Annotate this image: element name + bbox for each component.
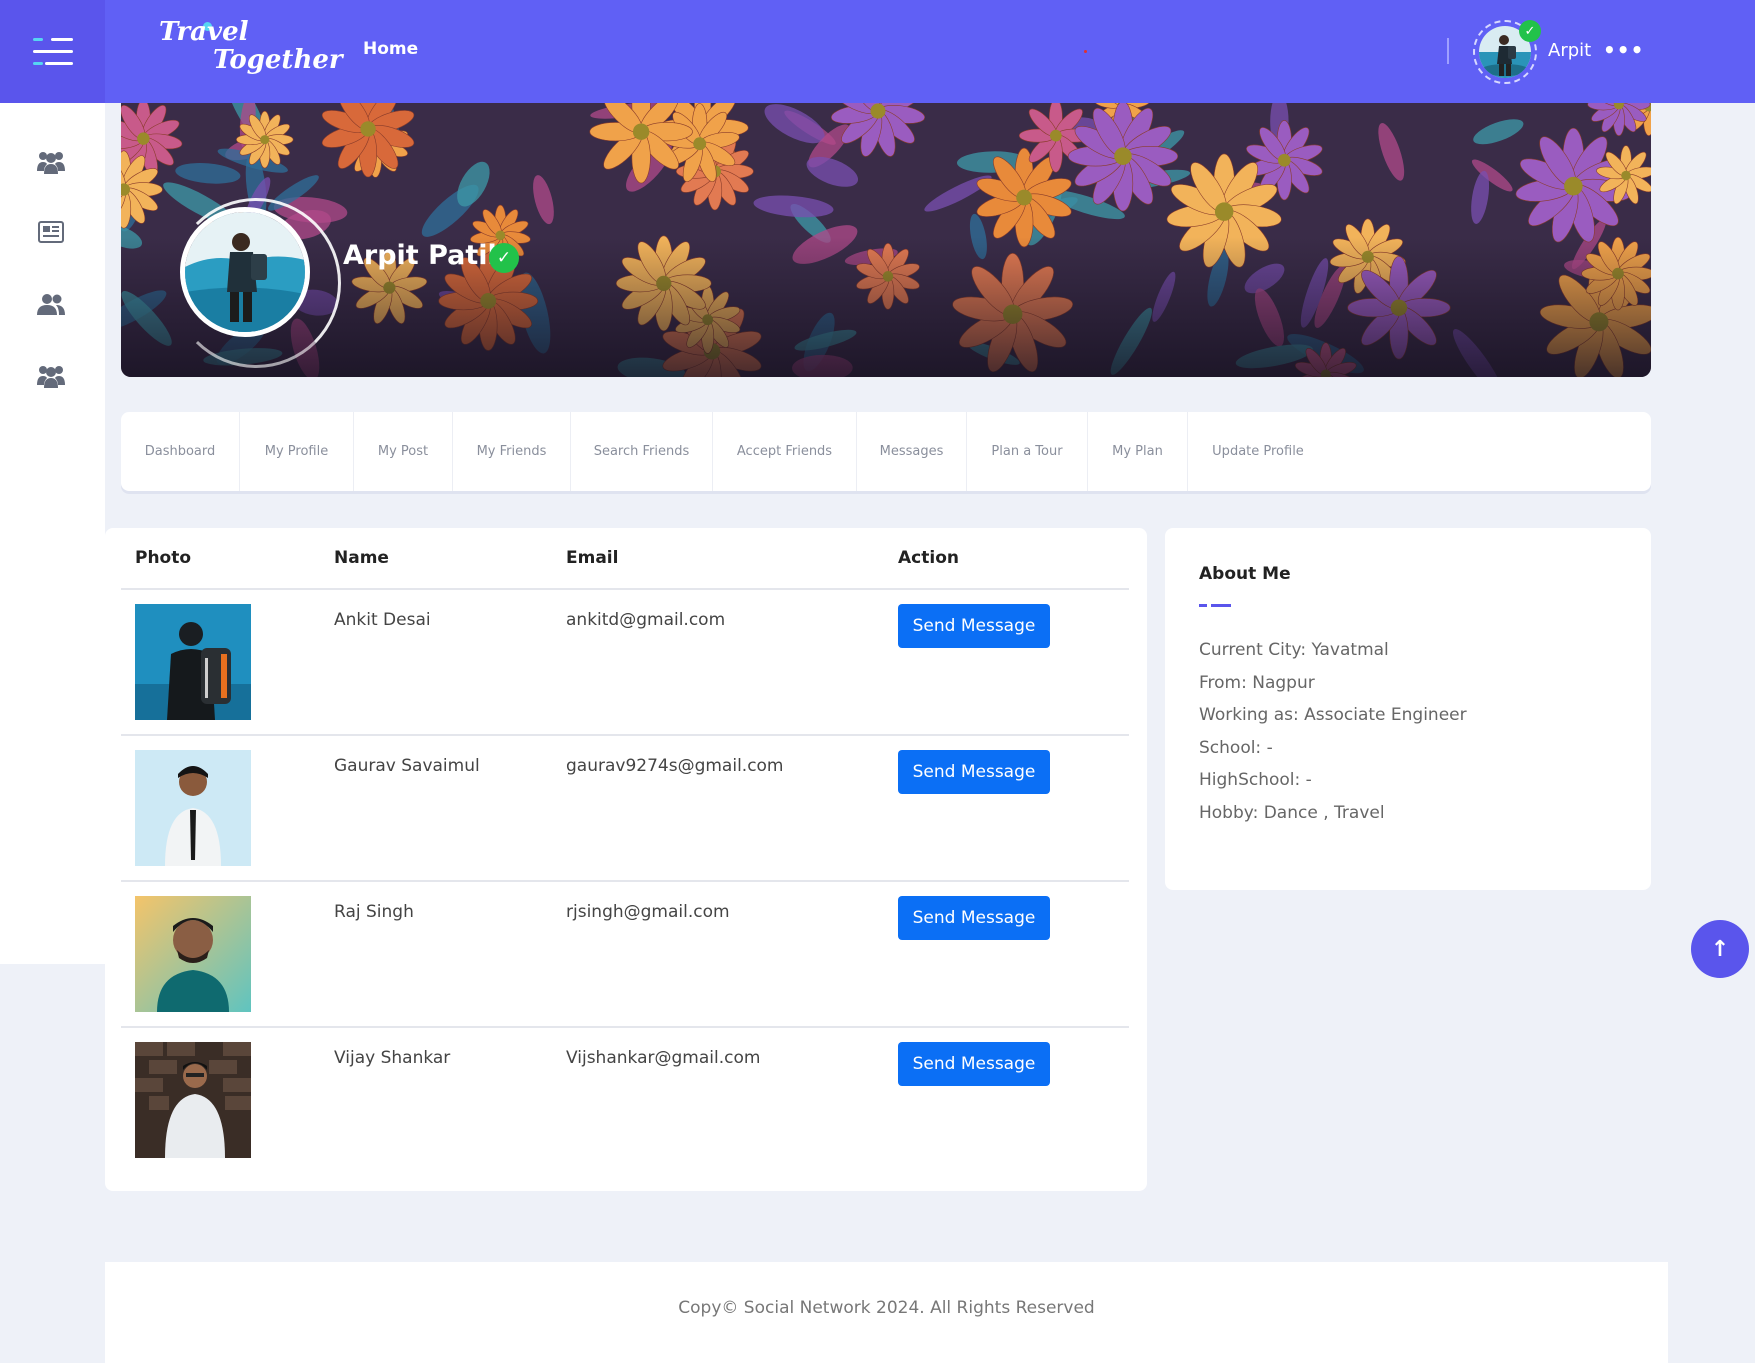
tab-search-friends[interactable]: Search Friends [571, 412, 713, 491]
about-working-as: Working as: Associate Engineer [1199, 705, 1467, 725]
sidebar-item-community[interactable] [33, 361, 69, 391]
tab-my-plan[interactable]: My Plan [1088, 412, 1188, 491]
send-message-button[interactable]: Send Message [898, 1042, 1050, 1086]
notification-dot [1084, 50, 1087, 53]
friend-photo [135, 750, 251, 866]
about-from: From: Nagpur [1199, 672, 1315, 693]
tab-accept-friends[interactable]: Accept Friends [713, 412, 857, 491]
friend-photo [135, 896, 251, 1012]
table-header: Photo Name Email Action [121, 528, 1129, 590]
table-row: Ankit Desai ankitd@gmail.com Send Messag… [121, 590, 1129, 736]
column-header-action: Action [898, 548, 959, 568]
about-me-list: Current City: Yavatmal From: Nagpur Work… [1199, 640, 1467, 835]
hamburger-icon [32, 36, 73, 68]
sidebar-item-news[interactable] [33, 217, 69, 247]
table-row: Raj Singh rjsingh@gmail.com Send Message [121, 882, 1129, 1028]
sidebar [0, 103, 105, 964]
verified-check-icon: ✓ [1519, 20, 1541, 42]
friend-email: ankitd@gmail.com [566, 610, 726, 630]
tab-my-post[interactable]: My Post [354, 412, 453, 491]
friend-email: Vijshankar@gmail.com [566, 1048, 761, 1068]
tab-dashboard[interactable]: Dashboard [121, 412, 240, 491]
tab-update-profile[interactable]: Update Profile [1188, 412, 1328, 491]
profile-name: Arpit Patil [343, 240, 497, 271]
friends-table: Photo Name Email Action Ankit Desai anki… [105, 528, 1147, 1191]
menu-toggle-button[interactable] [0, 0, 105, 103]
about-hobby: Hobby: Dance , Travel [1199, 802, 1385, 823]
about-school: School: - [1199, 737, 1273, 758]
users-group-icon [37, 366, 65, 388]
about-high-school: HighSchool: - [1199, 770, 1312, 790]
copyright-text: Copy© Social Network 2024. All Rights Re… [678, 1298, 1095, 1318]
nav-home-link[interactable]: Home [363, 39, 418, 59]
friend-email: gaurav9274s@gmail.com [566, 756, 784, 776]
send-message-button[interactable]: Send Message [898, 604, 1050, 648]
site-logo[interactable]: Travel Together [155, 16, 343, 80]
about-current-city: Current City: Yavatmal [1199, 640, 1389, 660]
navbar-divider [1447, 38, 1449, 64]
footer: Copy© Social Network 2024. All Rights Re… [105, 1262, 1668, 1363]
profile-cover: Arpit Patil ✓ [121, 103, 1651, 377]
tab-messages[interactable]: Messages [857, 412, 967, 491]
friend-photo [135, 1042, 251, 1158]
table-row: Gaurav Savaimul gaurav9274s@gmail.com Se… [121, 736, 1129, 882]
profile-tabs: Dashboard My Profile My Post My Friends … [121, 412, 1651, 491]
user-avatar[interactable]: ✓ [1473, 20, 1541, 84]
friend-email: rjsingh@gmail.com [566, 902, 730, 922]
about-me-card: About Me Current City: Yavatmal From: Na… [1165, 528, 1651, 890]
users-group-icon [37, 152, 65, 174]
friend-name: Vijay Shankar [334, 1048, 451, 1068]
column-header-name: Name [334, 548, 389, 568]
about-me-title: About Me [1199, 564, 1291, 584]
newspaper-icon [38, 221, 64, 243]
user-name[interactable]: Arpit [1548, 40, 1591, 61]
send-message-button[interactable]: Send Message [898, 750, 1050, 794]
scroll-to-top-button[interactable]: ↑ [1691, 920, 1749, 978]
tab-plan-a-tour[interactable]: Plan a Tour [967, 412, 1088, 491]
more-options-icon[interactable]: ••• [1603, 38, 1644, 62]
tab-my-friends[interactable]: My Friends [453, 412, 571, 491]
profile-avatar[interactable] [171, 198, 341, 368]
friend-name: Gaurav Savaimul [334, 756, 480, 776]
column-header-photo: Photo [135, 548, 192, 568]
table-row: Vijay Shankar Vijshankar@gmail.com Send … [121, 1028, 1129, 1174]
column-header-email: Email [566, 548, 619, 568]
verified-check-icon: ✓ [489, 243, 519, 273]
friend-photo [135, 604, 251, 720]
user-friends-icon [37, 294, 65, 315]
friend-name: Ankit Desai [334, 610, 431, 630]
top-navbar: Travel Together Home ✓ Arpit ••• [0, 0, 1755, 103]
send-message-button[interactable]: Send Message [898, 896, 1050, 940]
sidebar-item-friends[interactable] [33, 289, 69, 319]
tab-my-profile[interactable]: My Profile [240, 412, 354, 491]
friend-name: Raj Singh [334, 902, 414, 922]
title-underline [1199, 604, 1231, 607]
sidebar-item-groups[interactable] [33, 147, 69, 177]
arrow-up-icon: ↑ [1710, 936, 1730, 962]
